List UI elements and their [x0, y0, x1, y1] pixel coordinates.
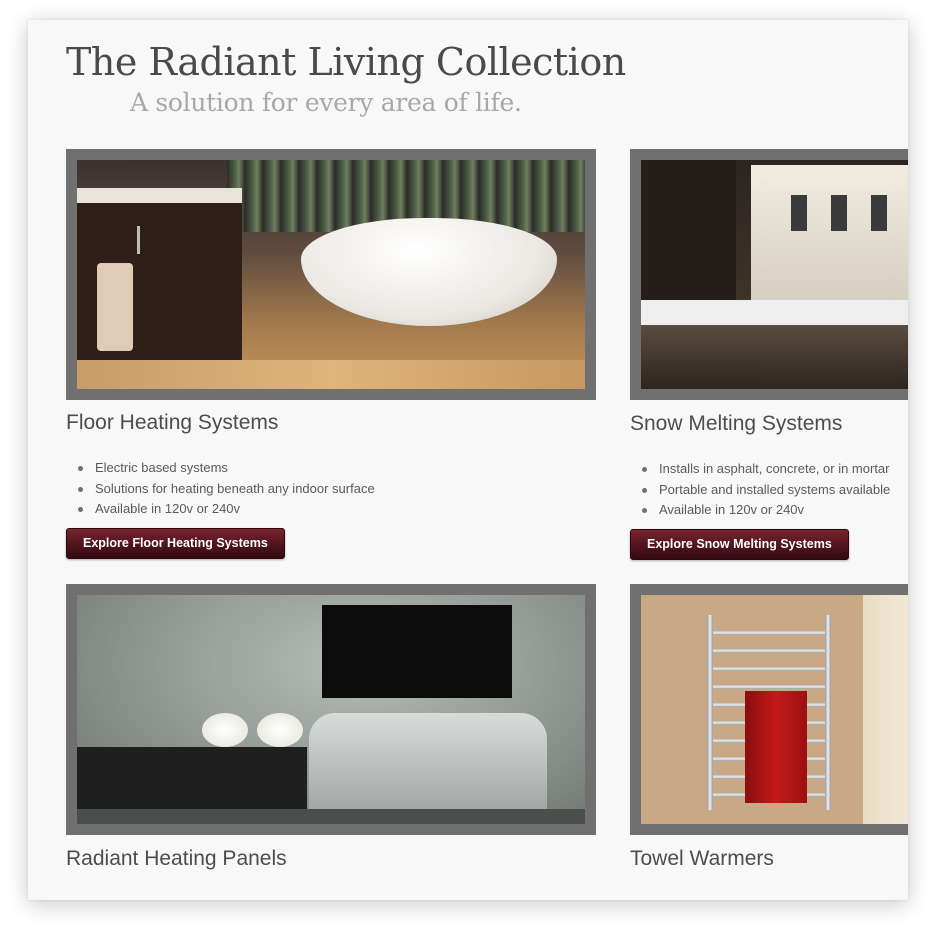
heating-panels-image[interactable] [66, 584, 596, 835]
explore-floor-heating-button[interactable]: Explore Floor Heating Systems [66, 528, 285, 559]
floor-heating-title[interactable]: Floor Heating Systems [66, 411, 278, 435]
snow-melting-features: Installs in asphalt, concrete, or in mor… [630, 459, 890, 521]
page-frame: The Radiant Living Collection A solution… [28, 20, 908, 900]
explore-snow-melting-button[interactable]: Explore Snow Melting Systems [630, 529, 849, 560]
feature-item: Solutions for heating beneath any indoor… [78, 479, 375, 500]
feature-item: Portable and installed systems available [641, 480, 890, 501]
towel-warmers-image[interactable] [630, 584, 908, 835]
floor-heating-image[interactable] [66, 149, 596, 400]
page-title: The Radiant Living Collection [66, 40, 626, 84]
towel-warmers-title[interactable]: Towel Warmers [630, 847, 774, 871]
feature-item: Available in 120v or 240v [78, 499, 375, 520]
feature-item: Available in 120v or 240v [641, 500, 890, 521]
floor-heating-features: Electric based systems Solutions for hea… [66, 458, 375, 520]
feature-item: Electric based systems [78, 458, 375, 479]
feature-item: Installs in asphalt, concrete, or in mor… [641, 459, 890, 480]
heating-panels-title[interactable]: Radiant Heating Panels [66, 847, 287, 871]
snow-melting-title[interactable]: Snow Melting Systems [630, 412, 842, 436]
page-subtitle: A solution for every area of life. [130, 88, 522, 117]
snow-melting-image[interactable] [630, 149, 908, 400]
